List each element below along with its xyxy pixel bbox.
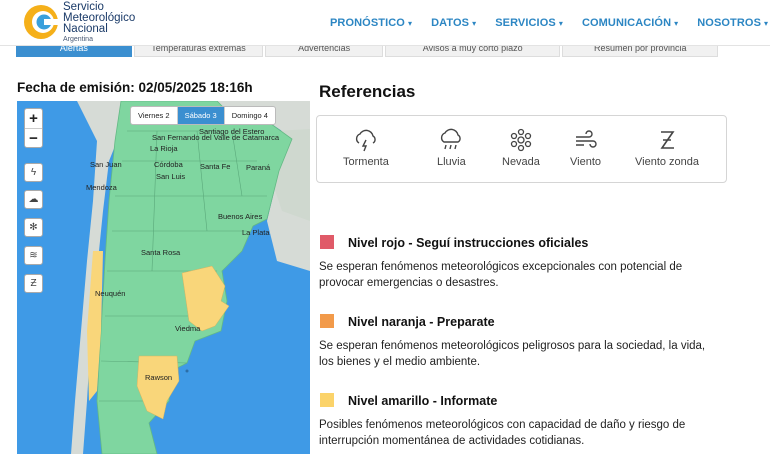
map-label: Buenos Aires	[218, 212, 263, 221]
ref-item-lluvia: Lluvia	[437, 128, 466, 168]
level-orange-swatch	[320, 314, 334, 328]
map-label: Paraná	[246, 163, 271, 172]
brand-name[interactable]: Servicio Meteorológico Nacional Argentin…	[63, 1, 135, 44]
day-viernes[interactable]: Viernes 2	[131, 107, 178, 124]
brand-country: Argentina	[63, 36, 93, 43]
map-label: Córdoba	[154, 160, 183, 169]
zoom-out-button[interactable]: −	[25, 128, 42, 147]
level-orange-title: Nivel naranja - Preparate	[320, 314, 495, 329]
rain-icon	[441, 128, 462, 150]
ref-item-nevada: Nevada	[502, 128, 540, 168]
chevron-down-icon: ▾	[764, 19, 769, 28]
ref-label: Lluvia	[437, 156, 466, 168]
map-label: La Plata	[242, 228, 270, 237]
level-red-title: Nivel rojo - Seguí instrucciones oficial…	[320, 235, 588, 250]
level-orange-desc: Se esperan fenómenos meteorológicos peli…	[319, 340, 706, 368]
map-label: Santa Rosa	[141, 248, 181, 257]
wind-icon	[575, 130, 597, 148]
map-label: Viedma	[175, 324, 201, 333]
alert-map[interactable]: + − ϟ ☁ ✻ ≋ Ƶ Viernes 2 Sábado 3 Domingo…	[17, 101, 310, 454]
tab-advertencias[interactable]: Advertencias	[265, 46, 383, 57]
map-label: Mendoza	[86, 183, 117, 192]
rain-filter-button[interactable]: ☁	[24, 190, 43, 209]
zonda-wind-icon	[660, 131, 675, 149]
level-red-desc: Se esperan fenómenos meteorológicos exce…	[319, 261, 683, 289]
wind-icon: ≋	[29, 250, 38, 261]
level-yellow-desc: Posibles fenómenos meteorológicos con ca…	[319, 419, 686, 447]
chevron-down-icon: ▾	[407, 19, 413, 28]
ref-label: Tormenta	[343, 156, 389, 168]
nav-nosotros[interactable]: NOSOTROS ▾	[697, 17, 768, 29]
ref-label: Viento zonda	[635, 156, 700, 168]
map-label: La Rioja	[150, 144, 178, 153]
level-red-swatch	[320, 235, 334, 249]
tab-resumen[interactable]: Resumen por provincia	[562, 46, 718, 57]
tab-temperaturas[interactable]: Temperaturas extremas	[133, 46, 264, 57]
snow-icon	[510, 128, 532, 152]
references-title: Referencias	[319, 82, 416, 101]
map-label: Rawson	[145, 373, 173, 382]
day-sabado[interactable]: Sábado 3	[177, 107, 225, 124]
site-header: Servicio Meteorológico Nacional Argentin…	[0, 0, 770, 46]
level-yellow-swatch	[320, 393, 334, 407]
chevron-down-icon: ▾	[674, 19, 679, 28]
zoom-controls: + −	[24, 108, 43, 148]
nav-servicios[interactable]: SERVICIOS ▾	[495, 17, 563, 29]
ref-item-viento-zonda: Viento zonda	[635, 128, 699, 168]
map-label: Neuquén	[95, 289, 126, 298]
main-nav: PRONÓSTICO ▾ DATOS ▾ SERVICIOS ▾ COMUNICACI…	[330, 17, 770, 29]
map-canvas[interactable]	[17, 101, 310, 454]
brand-line: Nacional	[63, 23, 108, 35]
map-label: San Fernando del Valle de Catamarca	[152, 133, 280, 142]
snow-icon: ✻	[29, 222, 38, 233]
map-label: San Luis	[156, 172, 186, 181]
map-label: San Juan	[90, 160, 122, 169]
zonda-wind-icon: Ƶ	[30, 278, 37, 289]
ref-label: Viento	[570, 156, 601, 168]
tab-alertas[interactable]: Alertas	[16, 46, 132, 57]
references-box: Tormenta Lluvia Nevada Viento Viento zon…	[316, 115, 727, 183]
nav-datos[interactable]: DATOS ▾	[431, 17, 476, 29]
map-label: Santa Fe	[200, 162, 231, 171]
snow-filter-button[interactable]: ✻	[24, 218, 43, 237]
smn-logo-icon[interactable]	[22, 3, 60, 41]
ref-item-tormenta: Tormenta	[343, 128, 389, 168]
chevron-down-icon: ▾	[472, 19, 477, 28]
storm-icon	[355, 129, 376, 152]
ref-item-viento: Viento	[570, 128, 601, 168]
ref-label: Nevada	[502, 156, 540, 168]
chevron-down-icon: ▾	[558, 19, 563, 28]
wind-filter-button[interactable]: ≋	[24, 246, 43, 265]
day-selector: Viernes 2 Sábado 3 Domingo 4	[130, 106, 276, 125]
tab-avisos[interactable]: Avisos a muy corto plazo	[384, 46, 561, 57]
day-domingo[interactable]: Domingo 4	[225, 107, 275, 124]
zoom-in-button[interactable]: +	[25, 109, 42, 128]
storm-icon: ϟ	[30, 167, 37, 178]
zonda-filter-button[interactable]: Ƶ	[24, 274, 43, 293]
issue-date: Fecha de emisión: 02/05/2025 18:16h	[17, 80, 253, 95]
level-yellow-title: Nivel amarillo - Informate	[320, 393, 497, 408]
rain-icon: ☁	[28, 194, 39, 205]
storm-filter-button[interactable]: ϟ	[24, 163, 43, 182]
alert-tabs: Alertas Temperaturas extremas Advertenci…	[16, 46, 720, 57]
nav-comunicacion[interactable]: COMUNICACIÓN ▾	[582, 17, 678, 29]
nav-pronostico[interactable]: PRONÓSTICO ▾	[330, 17, 412, 29]
